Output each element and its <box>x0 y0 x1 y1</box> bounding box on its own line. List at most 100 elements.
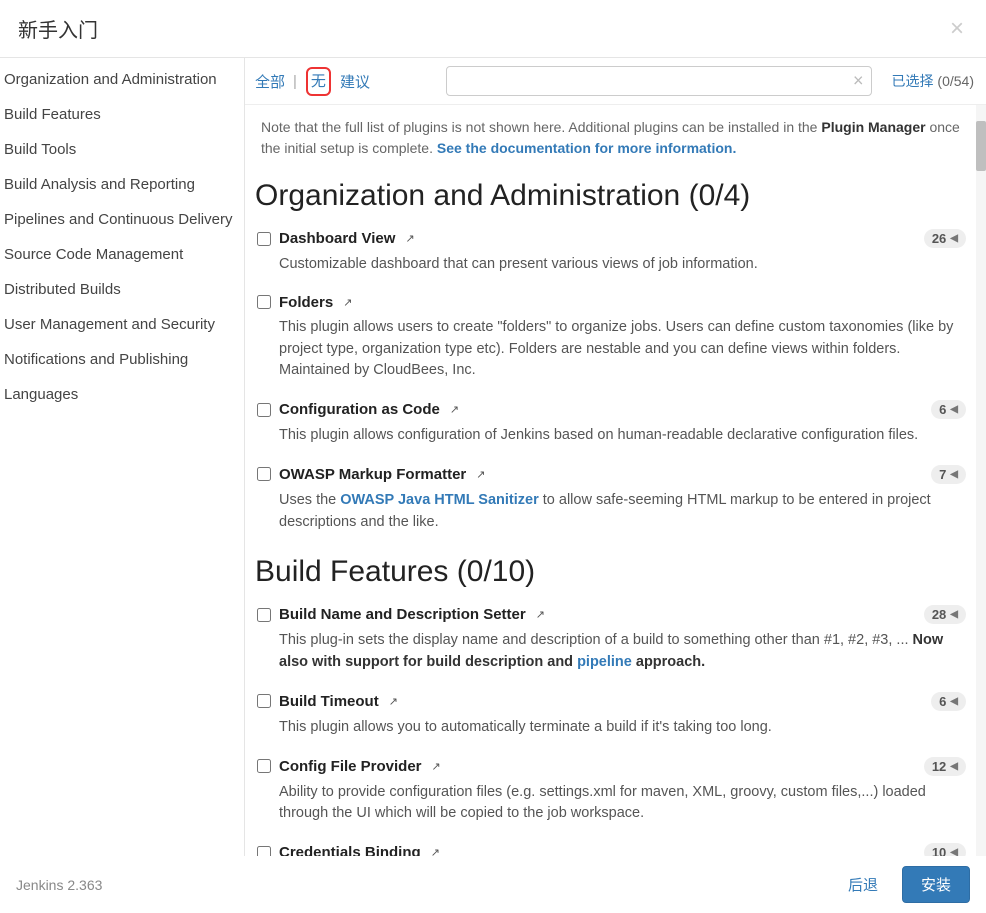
selected-label: 已选择 <box>892 73 934 89</box>
plugin-list-content: Note that the full list of plugins is no… <box>245 105 986 867</box>
dependency-badge[interactable]: 6◀ <box>931 692 966 711</box>
plugin-checkbox[interactable] <box>257 759 271 773</box>
sidebar-item[interactable]: Notifications and Publishing <box>0 342 244 377</box>
plugin-checkbox[interactable] <box>257 232 271 246</box>
plugin-description: This plugin allows you to automatically … <box>257 711 966 739</box>
scrollbar-track <box>976 105 986 867</box>
caret-left-icon: ◀ <box>950 233 958 244</box>
external-link-icon[interactable]: ↗ <box>536 608 545 621</box>
plugin-item: Build Timeout ↗ 6◀ This plugin allows you t… <box>245 684 978 749</box>
dependency-badge[interactable]: 28◀ <box>924 605 966 624</box>
plugin-checkbox[interactable] <box>257 403 271 417</box>
dependency-badge[interactable]: 6◀ <box>931 400 966 419</box>
install-button[interactable]: 安装 <box>902 866 970 903</box>
filter-links: 全部 | 无 建议 <box>255 67 370 96</box>
external-link-icon[interactable]: ↗ <box>343 296 352 309</box>
footer: Jenkins 2.363 后退 安装 <box>0 856 986 913</box>
plugin-item: Build Name and Description Setter ↗ 28◀ Thi… <box>245 597 978 684</box>
caret-left-icon: ◀ <box>950 404 958 415</box>
description-link[interactable]: OWASP Java HTML Sanitizer <box>340 492 539 508</box>
external-link-icon[interactable]: ↗ <box>405 232 414 245</box>
close-icon[interactable]: × <box>946 17 968 41</box>
plugin-name[interactable]: Dashboard View <box>279 230 395 247</box>
notice-bold: Plugin Manager <box>821 119 925 135</box>
sidebar-item[interactable]: Source Code Management <box>0 237 244 272</box>
description-text: This plugin allows configuration of Jenk… <box>279 427 918 443</box>
plugin-name[interactable]: Build Name and Description Setter <box>279 606 526 623</box>
back-button[interactable]: 后退 <box>836 868 890 901</box>
plugin-header: Build Name and Description Setter ↗ 28◀ <box>257 605 966 624</box>
dependency-badge[interactable]: 7◀ <box>931 465 966 484</box>
plugin-item: Folders ↗ This plugin allows users to crea… <box>245 286 978 392</box>
filter-suggested[interactable]: 建议 <box>340 71 370 92</box>
description-link[interactable]: pipeline <box>577 654 632 670</box>
plugin-checkbox[interactable] <box>257 467 271 481</box>
plugin-item: Dashboard View ↗ 26 ◀ Customizable dashboard… <box>245 221 978 286</box>
modal-title: 新手入门 <box>18 14 98 43</box>
notice-text-1: Note that the full list of plugins is no… <box>261 119 821 135</box>
plugin-item: Configuration as Code↗6◀This plugin allo… <box>245 392 978 457</box>
plugin-header: Folders ↗ <box>257 294 966 311</box>
description-text: Customizable dashboard that can present … <box>279 256 758 272</box>
plugin-header: Dashboard View ↗ 26 ◀ <box>257 229 966 248</box>
sidebar-item[interactable]: Organization and Administration <box>0 62 244 97</box>
sidebar-item[interactable]: Build Analysis and Reporting <box>0 167 244 202</box>
scrollbar-thumb[interactable] <box>976 121 986 171</box>
plugin-name[interactable]: Configuration as Code <box>279 401 440 418</box>
caret-left-icon: ◀ <box>950 761 958 772</box>
plugin-name[interactable]: Build Timeout <box>279 693 379 710</box>
badge-count: 26 <box>932 231 946 246</box>
clear-search-icon[interactable]: × <box>853 71 864 92</box>
sidebar-item[interactable]: Distributed Builds <box>0 272 244 307</box>
footer-actions: 后退 安装 <box>836 866 970 903</box>
description-text: Uses the <box>279 492 340 508</box>
plugin-item: Config File Provider ↗ 12 ◀ Ability to provi… <box>245 749 978 836</box>
sidebar-item[interactable]: Languages <box>0 377 244 412</box>
external-link-icon[interactable]: ↗ <box>432 760 441 773</box>
content-wrap: 全部 | 无 建议 × 已选择 (0/54) Note that the ful… <box>245 58 986 867</box>
description-text: Ability to provide configuration files (… <box>279 784 926 822</box>
plugin-description: Uses the OWASP Java HTML Sanitizer to al… <box>257 484 966 534</box>
sidebar-item[interactable]: User Management and Security <box>0 307 244 342</box>
sidebar-item[interactable]: Build Tools <box>0 132 244 167</box>
badge-count: 28 <box>932 607 946 622</box>
plugin-header: OWASP Markup Formatter↗7◀ <box>257 465 966 484</box>
toolbar: 全部 | 无 建议 × 已选择 (0/54) <box>245 58 986 105</box>
description-text: This plugin allows you to automatically … <box>279 719 772 735</box>
notice-banner: Note that the full list of plugins is no… <box>245 105 978 167</box>
modal-header: 新手入门 × <box>0 0 986 58</box>
plugin-name[interactable]: Folders <box>279 294 333 311</box>
plugin-description: This plugin allows users to create "fold… <box>257 311 966 382</box>
filter-all[interactable]: 全部 <box>255 71 285 92</box>
sidebar-item[interactable]: Build Features <box>0 97 244 132</box>
badge-count: 6 <box>939 402 946 417</box>
badge-count: 7 <box>939 467 946 482</box>
dependency-badge[interactable]: 26 ◀ <box>924 229 966 248</box>
plugin-item: OWASP Markup Formatter↗7◀Uses the OWASP … <box>245 457 978 544</box>
caret-left-icon: ◀ <box>950 696 958 707</box>
search-input[interactable] <box>446 66 872 96</box>
plugin-checkbox[interactable] <box>257 295 271 309</box>
plugin-header: Configuration as Code↗6◀ <box>257 400 966 419</box>
section-title: Organization and Administration (0/4) <box>245 167 978 221</box>
description-bold: approach. <box>632 654 705 670</box>
description-text: This plug-in sets the display name and d… <box>279 632 913 648</box>
sidebar-item[interactable]: Pipelines and Continuous Delivery <box>0 202 244 237</box>
plugin-checkbox[interactable] <box>257 608 271 622</box>
selected-fraction: (0/54) <box>937 73 974 89</box>
external-link-icon[interactable]: ↗ <box>476 468 485 481</box>
plugin-header: Config File Provider ↗ 12 ◀ <box>257 757 966 776</box>
plugin-name[interactable]: Config File Provider <box>279 758 422 775</box>
dependency-badge[interactable]: 12 ◀ <box>924 757 966 776</box>
external-link-icon[interactable]: ↗ <box>389 695 398 708</box>
caret-left-icon: ◀ <box>950 469 958 480</box>
filter-separator: | <box>293 73 297 90</box>
external-link-icon[interactable]: ↗ <box>450 403 459 416</box>
description-text: This plugin allows users to create "fold… <box>279 319 953 379</box>
notice-doc-link[interactable]: See the documentation for more informati… <box>437 140 736 156</box>
badge-count: 12 <box>932 759 946 774</box>
plugin-description: Customizable dashboard that can present … <box>257 248 966 276</box>
plugin-name[interactable]: OWASP Markup Formatter <box>279 466 466 483</box>
plugin-checkbox[interactable] <box>257 694 271 708</box>
filter-none[interactable]: 无 <box>311 73 326 90</box>
